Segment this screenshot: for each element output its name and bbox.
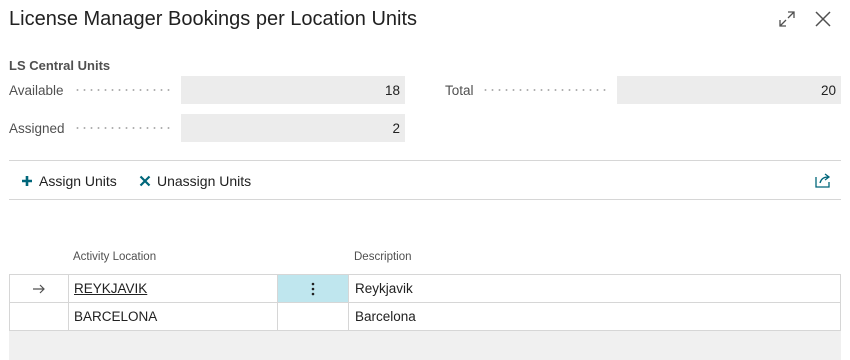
page-title: License Manager Bookings per Location Un… <box>9 8 418 30</box>
close-icon[interactable] <box>812 8 834 30</box>
row-indicator-arrow-icon <box>10 275 68 302</box>
column-header-description[interactable]: Description <box>354 251 412 263</box>
unassign-units-button[interactable]: Unassign Units <box>139 170 251 192</box>
available-leader-dots <box>74 76 174 104</box>
column-divider <box>277 303 278 330</box>
assign-units-button[interactable]: Assign Units <box>21 170 117 192</box>
license-manager-bookings-page: License Manager Bookings per Location Un… <box>0 0 850 360</box>
total-value-field: 20 <box>617 76 841 104</box>
column-divider <box>348 303 349 330</box>
table-row[interactable]: REYKJAVIK Reykjavik <box>9 274 841 303</box>
assign-units-label: Assign Units <box>39 173 117 189</box>
activity-location-cell[interactable]: BARCELONA <box>74 303 157 330</box>
table-row[interactable]: BARCELONA Barcelona <box>9 303 841 331</box>
assigned-leader-dots <box>74 114 174 142</box>
more-vertical-icon <box>311 282 315 295</box>
activity-location-link[interactable]: REYKJAVIK <box>74 281 147 296</box>
description-cell[interactable]: Barcelona <box>355 303 416 330</box>
summary-divider <box>9 160 841 161</box>
column-divider <box>348 275 349 302</box>
expand-icon[interactable] <box>776 8 798 30</box>
available-label: Available <box>9 82 64 98</box>
description-cell[interactable]: Reykjavik <box>355 275 413 302</box>
assigned-label: Assigned <box>9 120 65 136</box>
section-title-ls-central-units: LS Central Units <box>9 58 111 73</box>
actions-divider <box>9 199 841 200</box>
activity-location-cell[interactable]: REYKJAVIK <box>74 275 147 302</box>
share-icon[interactable] <box>814 171 832 189</box>
total-label: Total <box>445 82 474 98</box>
x-icon <box>139 175 151 187</box>
assigned-value-field: 2 <box>181 114 405 142</box>
column-divider <box>68 303 69 330</box>
plus-icon <box>22 176 32 186</box>
row-actions-menu[interactable] <box>278 275 348 302</box>
locations-table: REYKJAVIK Reykjavik BARCELONA Barcelona <box>9 274 841 331</box>
table-empty-area <box>9 331 841 360</box>
unassign-units-label: Unassign Units <box>157 173 252 189</box>
total-leader-dots <box>482 76 610 104</box>
column-header-activity-location[interactable]: Activity Location <box>73 251 156 263</box>
column-divider <box>68 275 69 302</box>
available-value-field: 18 <box>181 76 405 104</box>
